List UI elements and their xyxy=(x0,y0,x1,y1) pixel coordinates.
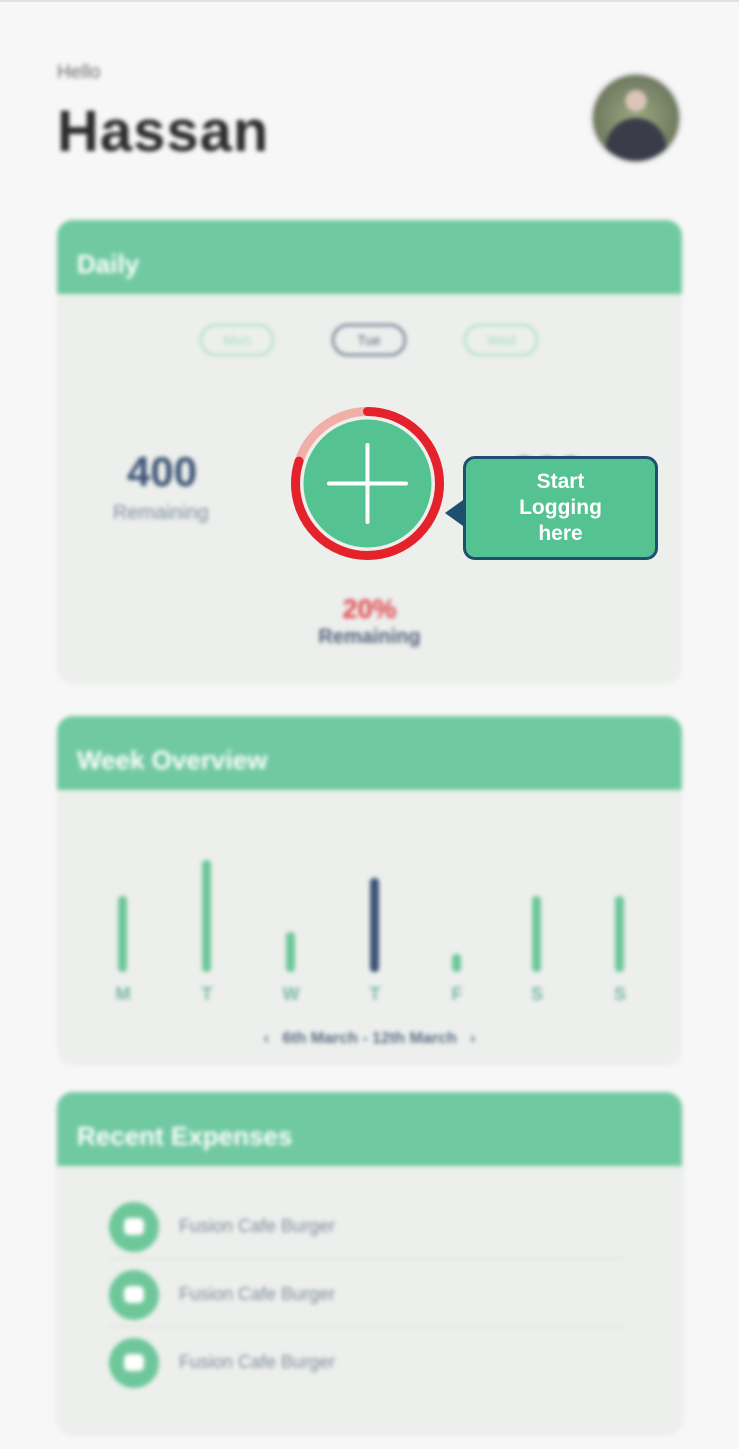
week-range: ‹ 6th March - 12th March › xyxy=(57,1030,682,1048)
week-range-label: 6th March - 12th March xyxy=(282,1030,457,1047)
week-bar[interactable] xyxy=(452,954,461,972)
recent-expenses-card: Recent Expenses Fusion Cafe Burger Fusio… xyxy=(57,1092,682,1432)
week-bar[interactable] xyxy=(370,878,379,972)
daily-card-title: Daily xyxy=(57,220,682,294)
expense-item[interactable]: Fusion Cafe Burger xyxy=(109,1190,623,1258)
tooltip-text: Start Logging here xyxy=(519,470,602,545)
week-day-label: W xyxy=(282,984,300,1004)
week-day-label: M xyxy=(115,984,131,1004)
start-logging-tooltip: Start Logging here xyxy=(463,456,658,560)
week-day-label: S xyxy=(613,984,626,1004)
recent-expenses-title: Recent Expenses xyxy=(57,1092,682,1166)
day-chip-tue[interactable]: Tue xyxy=(332,324,406,356)
greeting-hello: Hello xyxy=(57,62,101,83)
week-day-label: T xyxy=(201,984,213,1004)
wallet-icon xyxy=(109,1338,159,1388)
week-day-label: F xyxy=(451,984,463,1004)
week-overview-card: Week Overview M T W T F S S ‹ 6th March - 12th… xyxy=(57,716,682,1066)
remaining-label: Remaining xyxy=(113,502,209,524)
week-bar[interactable] xyxy=(532,896,541,972)
expense-label: Fusion Cafe Burger xyxy=(179,1352,336,1372)
chevron-right-icon[interactable]: › xyxy=(470,1030,475,1047)
user-name: Hassan xyxy=(57,99,270,164)
blurred-background: Hello Hassan Daily Mon Tue Wed 400 Remai… xyxy=(0,0,739,1449)
avatar[interactable] xyxy=(590,72,682,164)
percent-value: 20% xyxy=(342,594,397,624)
week-bar[interactable] xyxy=(118,896,127,972)
expense-item[interactable]: Fusion Cafe Burger xyxy=(109,1326,623,1394)
week-overview-title: Week Overview xyxy=(57,716,682,790)
week-bar[interactable] xyxy=(202,860,211,972)
expense-label: Fusion Cafe Burger xyxy=(179,1284,336,1304)
week-bar[interactable] xyxy=(615,896,624,972)
tooltip-arrow xyxy=(445,500,463,526)
wallet-icon xyxy=(109,1202,159,1252)
add-log-button[interactable] xyxy=(289,405,446,562)
remaining-value: 400 xyxy=(127,448,198,495)
expense-item[interactable]: Fusion Cafe Burger xyxy=(109,1258,623,1326)
chevron-left-icon[interactable]: ‹ xyxy=(264,1030,269,1047)
expense-label: Fusion Cafe Burger xyxy=(179,1216,336,1236)
week-day-label: S xyxy=(530,984,543,1004)
week-bar[interactable] xyxy=(286,932,295,972)
wallet-icon xyxy=(109,1270,159,1320)
day-chip-wed[interactable]: Wed xyxy=(464,324,538,356)
week-day-label: T xyxy=(369,984,381,1004)
day-chip-mon[interactable]: Mon xyxy=(200,324,274,356)
percent-label: Remaining xyxy=(318,626,421,648)
progress-ring xyxy=(291,407,444,560)
